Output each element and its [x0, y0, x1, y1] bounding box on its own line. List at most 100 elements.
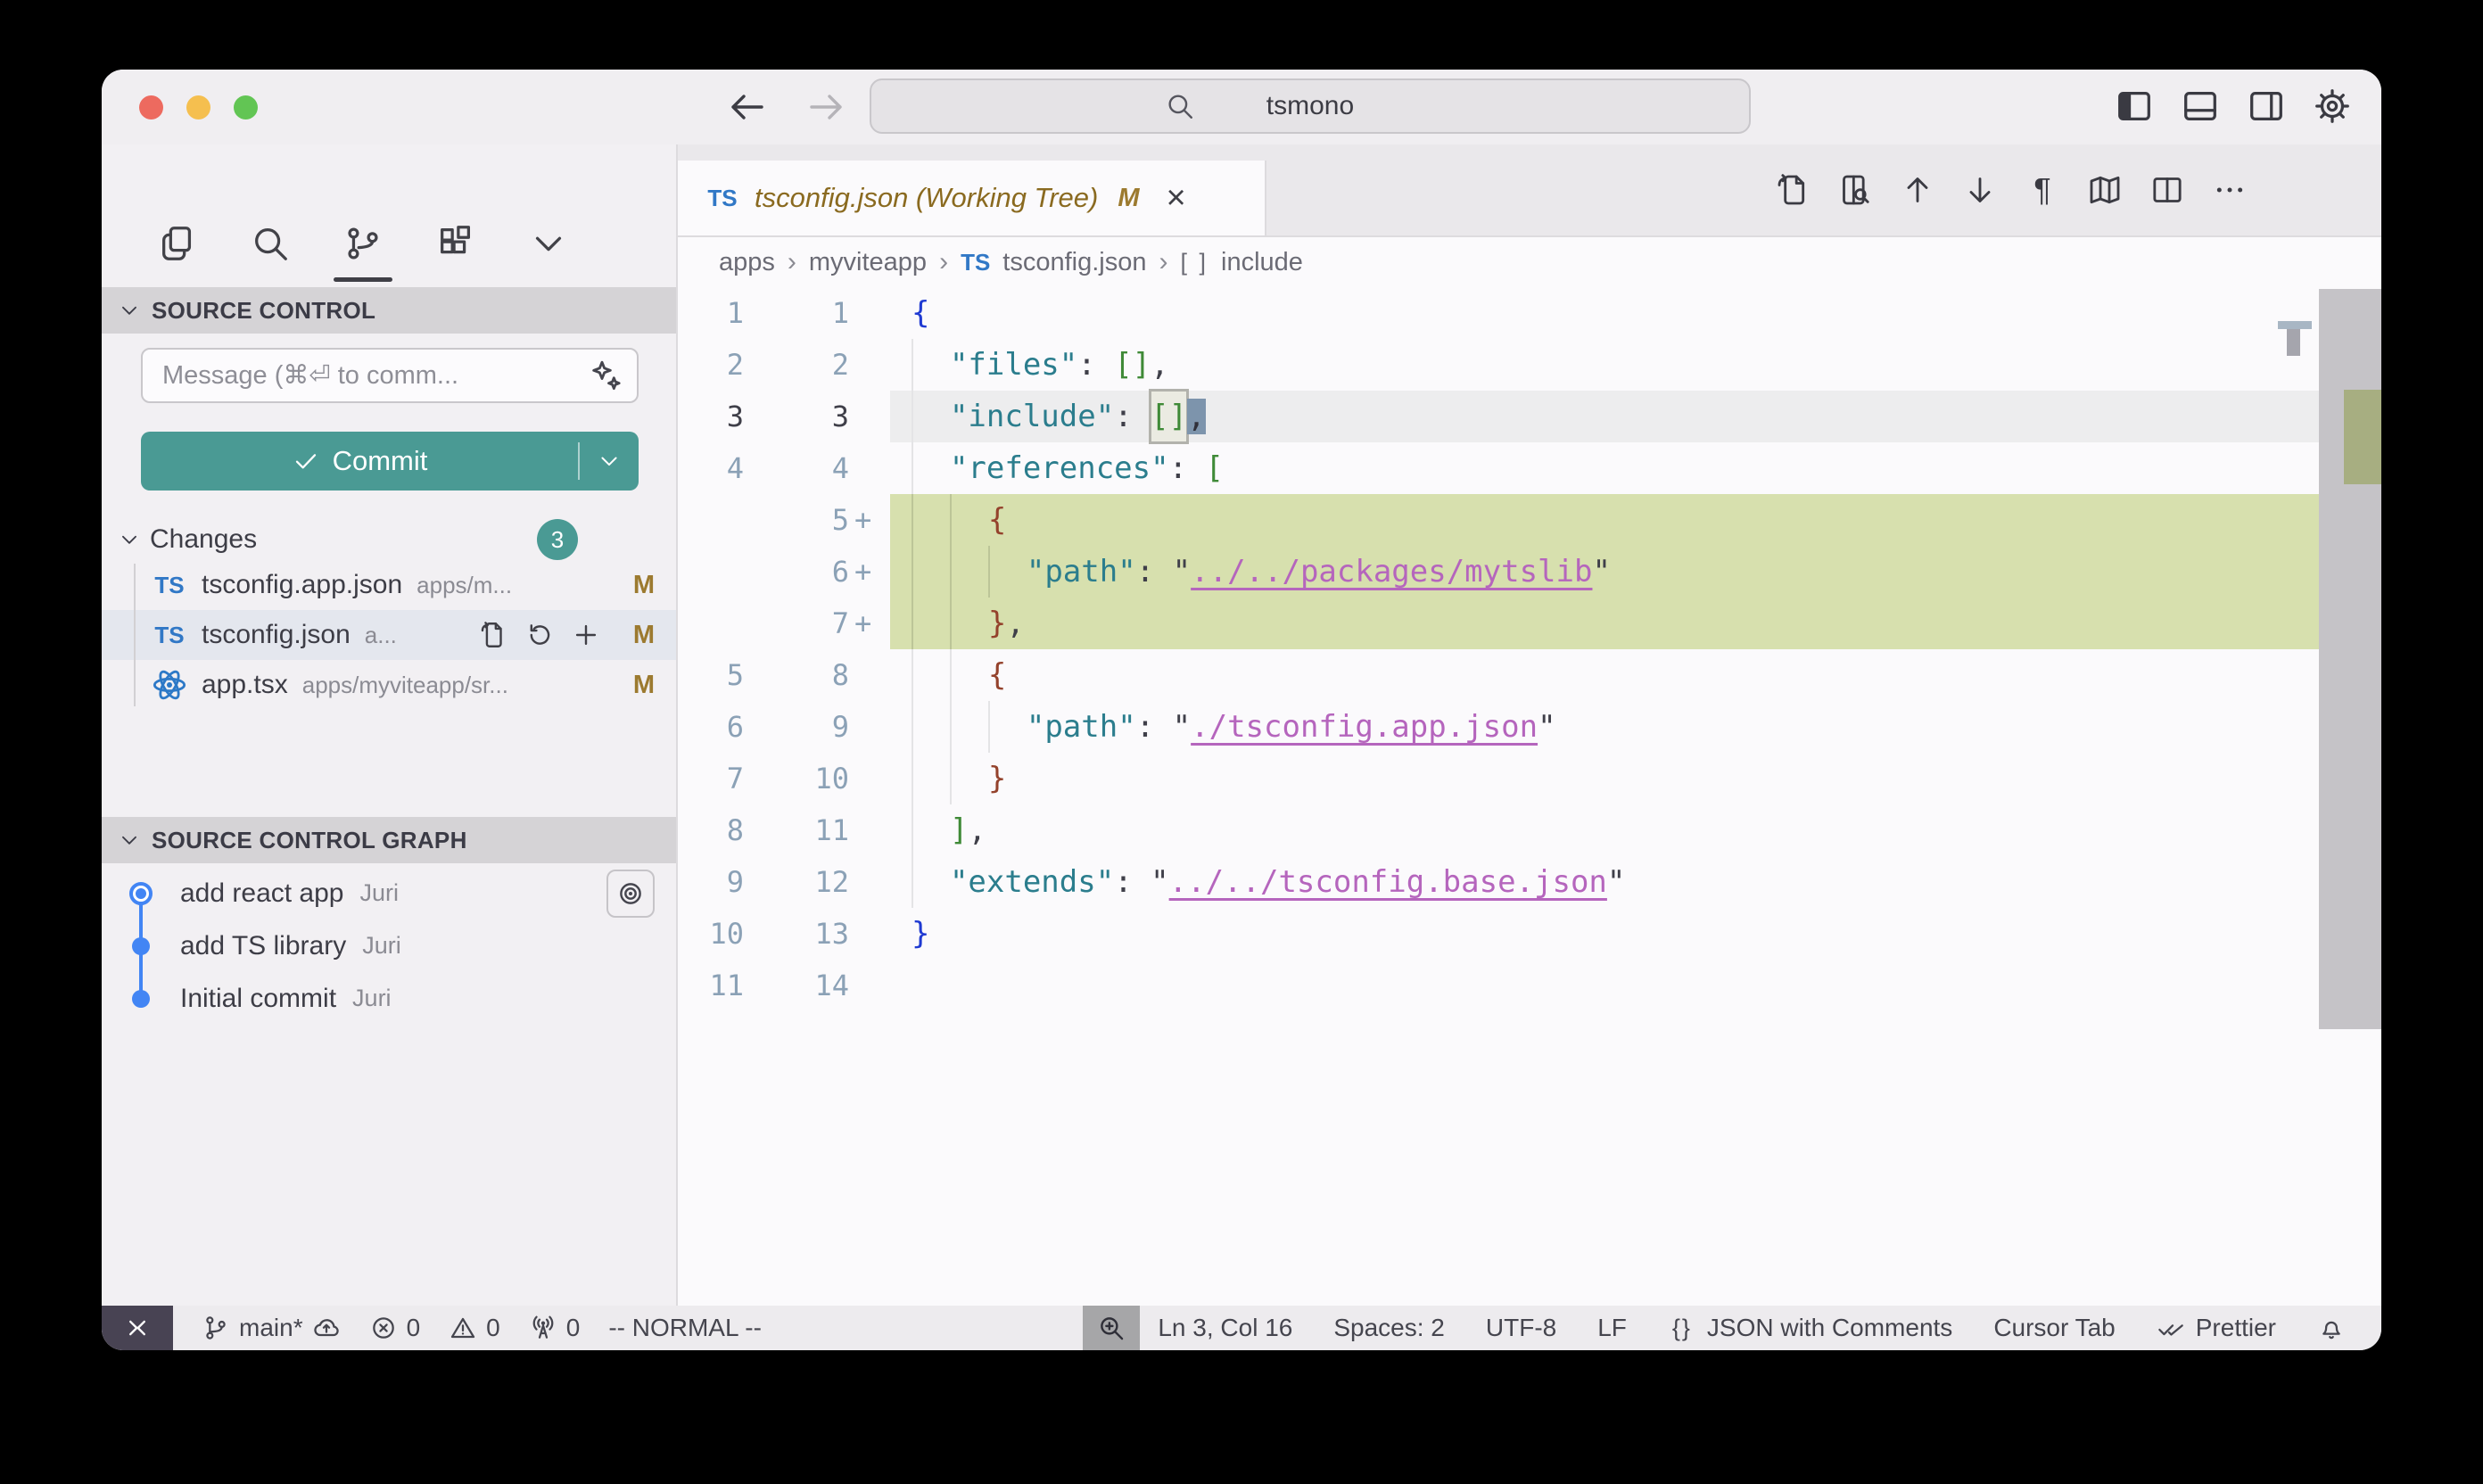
split-editor-icon[interactable]	[2149, 172, 2185, 208]
search-icon[interactable]	[250, 223, 291, 264]
status-language-mode[interactable]: {}JSON with Comments	[1668, 1314, 1952, 1342]
commit-row[interactable]: add TS libraryJuri	[102, 919, 676, 972]
scm-file-row[interactable]: TStsconfig.app.jsonapps/m...M	[102, 560, 676, 610]
minimize-window-button[interactable]	[186, 95, 210, 120]
status-warnings-label: 0	[486, 1314, 500, 1342]
file-name: app.tsx	[202, 670, 288, 700]
explorer-files-icon[interactable]	[157, 223, 198, 264]
toggle-left-sidebar-icon[interactable]	[2114, 86, 2155, 127]
status-ports[interactable]: 0	[529, 1314, 581, 1342]
scm-file-row[interactable]: app.tsxapps/myviteapp/sr...M	[102, 660, 676, 710]
status-formatter-label: Prettier	[2196, 1314, 2276, 1342]
source-control-graph-header[interactable]: SOURCE CONTROL GRAPH	[102, 817, 676, 863]
maximize-window-button[interactable]	[234, 95, 258, 120]
open-file-icon[interactable]	[478, 620, 508, 650]
code-line[interactable]: 5+ {	[678, 494, 2381, 546]
source-control-icon[interactable]	[342, 223, 384, 264]
breadcrumb-item[interactable]: myviteapp	[809, 248, 927, 277]
ts-file-icon: TS	[705, 180, 740, 216]
commit-graph-rail	[102, 882, 180, 905]
extensions-icon[interactable]	[435, 223, 476, 264]
commit-dropdown-button[interactable]	[580, 432, 639, 491]
code-line[interactable]: 69 "path": "./tsconfig.app.json"	[678, 701, 2381, 753]
original-line-number: 5	[678, 649, 744, 701]
code-text: "path": "./tsconfig.app.json"	[890, 701, 2381, 753]
tab-tsconfig-working-tree[interactable]: TS tsconfig.json (Working Tree) M ×	[678, 161, 1266, 235]
modified-line-number: 12	[744, 856, 849, 908]
code-text: {	[890, 649, 2381, 701]
path-link: ./tsconfig.app.json	[1191, 709, 1538, 745]
code-line[interactable]: 11{	[678, 287, 2381, 339]
code-line[interactable]: 44 "references": [	[678, 442, 2381, 494]
chevron-down-icon	[597, 449, 622, 474]
status-eol[interactable]: LF	[1597, 1314, 1627, 1342]
commit-message-input[interactable]	[141, 348, 639, 403]
settings-gear-icon[interactable]	[2312, 86, 2353, 127]
commit-button[interactable]: Commit	[141, 432, 578, 491]
status-vim-mode[interactable]: -- NORMAL --	[608, 1314, 762, 1342]
code-line[interactable]: 58 {	[678, 649, 2381, 701]
diff-editor[interactable]: 11{22 "files": [],33 "include": [],44 "r…	[678, 287, 2381, 1306]
toggle-panel-icon[interactable]	[2180, 86, 2221, 127]
code-line[interactable]: 33 "include": [],	[678, 391, 2381, 442]
breadcrumb-item[interactable]: apps	[719, 248, 775, 277]
stage-plus-icon[interactable]	[571, 620, 601, 650]
code-line[interactable]: 1013}	[678, 908, 2381, 960]
scm-file-row[interactable]: TStsconfig.jsona...M	[102, 610, 676, 660]
changes-section-header[interactable]: Changes 3	[102, 519, 676, 560]
status-formatter[interactable]: Prettier	[2157, 1314, 2276, 1342]
breadcrumb-item[interactable]: tsconfig.json	[1002, 248, 1146, 277]
goto-commit-button[interactable]	[606, 870, 655, 918]
zoom-indicator[interactable]	[1083, 1306, 1140, 1350]
more-actions-icon[interactable]	[2212, 172, 2248, 208]
commit-row[interactable]: add react appJuri	[102, 867, 676, 919]
status-branch[interactable]: main*	[202, 1314, 341, 1342]
history-back-button[interactable]	[726, 86, 769, 128]
code-text	[890, 960, 2381, 1011]
original-line-number: 9	[678, 856, 744, 908]
status-language-mode-label: JSON with Comments	[1707, 1314, 1952, 1342]
status-indentation[interactable]: Spaces: 2	[1333, 1314, 1445, 1342]
code-line[interactable]: 22 "files": [],	[678, 339, 2381, 391]
status-cursor-position[interactable]: Ln 3, Col 16	[1158, 1314, 1292, 1342]
close-window-button[interactable]	[139, 95, 163, 120]
sparkle-ai-icon[interactable]	[589, 359, 624, 394]
code-line[interactable]: 7+ },	[678, 598, 2381, 649]
chevron-down-icon[interactable]	[528, 223, 569, 264]
status-cursor-tab[interactable]: Cursor Tab	[1993, 1314, 2115, 1342]
pilcrow-icon[interactable]: ¶	[2025, 172, 2060, 208]
status-encoding[interactable]: UTF-8	[1486, 1314, 1556, 1342]
zoom-in-icon	[1096, 1313, 1126, 1343]
source-control-header[interactable]: SOURCE CONTROL	[102, 287, 676, 334]
status-indentation-label: Spaces: 2	[1333, 1314, 1445, 1342]
status-errors[interactable]: 0	[369, 1314, 421, 1342]
changes-count-badge: 3	[537, 519, 578, 560]
remote-indicator[interactable]	[102, 1306, 173, 1350]
next-change-icon[interactable]	[1962, 172, 1998, 208]
code-line[interactable]: 811 ],	[678, 804, 2381, 856]
status-notifications[interactable]	[2317, 1314, 2346, 1342]
history-forward-button[interactable]	[804, 86, 847, 128]
command-center-search[interactable]	[870, 78, 1751, 134]
status-warnings[interactable]: 0	[449, 1314, 500, 1342]
code-text: "path": "../../packages/mytslib"	[890, 546, 2381, 598]
open-changes-icon[interactable]	[1775, 172, 1811, 208]
commit-row[interactable]: Initial commitJuri	[102, 972, 676, 1025]
code-text: {	[890, 494, 2381, 546]
close-tab-button[interactable]: ×	[1167, 181, 1186, 215]
previous-change-icon[interactable]	[1900, 172, 1935, 208]
original-line-number: 7	[678, 753, 744, 804]
code-line[interactable]: 6+ "path": "../../packages/mytslib"	[678, 546, 2381, 598]
react-file-icon	[152, 667, 187, 703]
code-line[interactable]: 1114	[678, 960, 2381, 1011]
code-line[interactable]: 710 }	[678, 753, 2381, 804]
map-icon[interactable]	[2087, 172, 2123, 208]
code-line[interactable]: 912 "extends": "../../tsconfig.base.json…	[678, 856, 2381, 908]
inline-view-icon[interactable]	[1837, 172, 1873, 208]
added-line-plus	[849, 908, 890, 960]
toggle-right-sidebar-icon[interactable]	[2246, 86, 2287, 127]
breadcrumb-item[interactable]: include	[1221, 248, 1303, 277]
discard-changes-icon[interactable]	[524, 620, 555, 650]
chevron-down-icon	[118, 829, 141, 852]
file-row-actions	[478, 620, 601, 650]
